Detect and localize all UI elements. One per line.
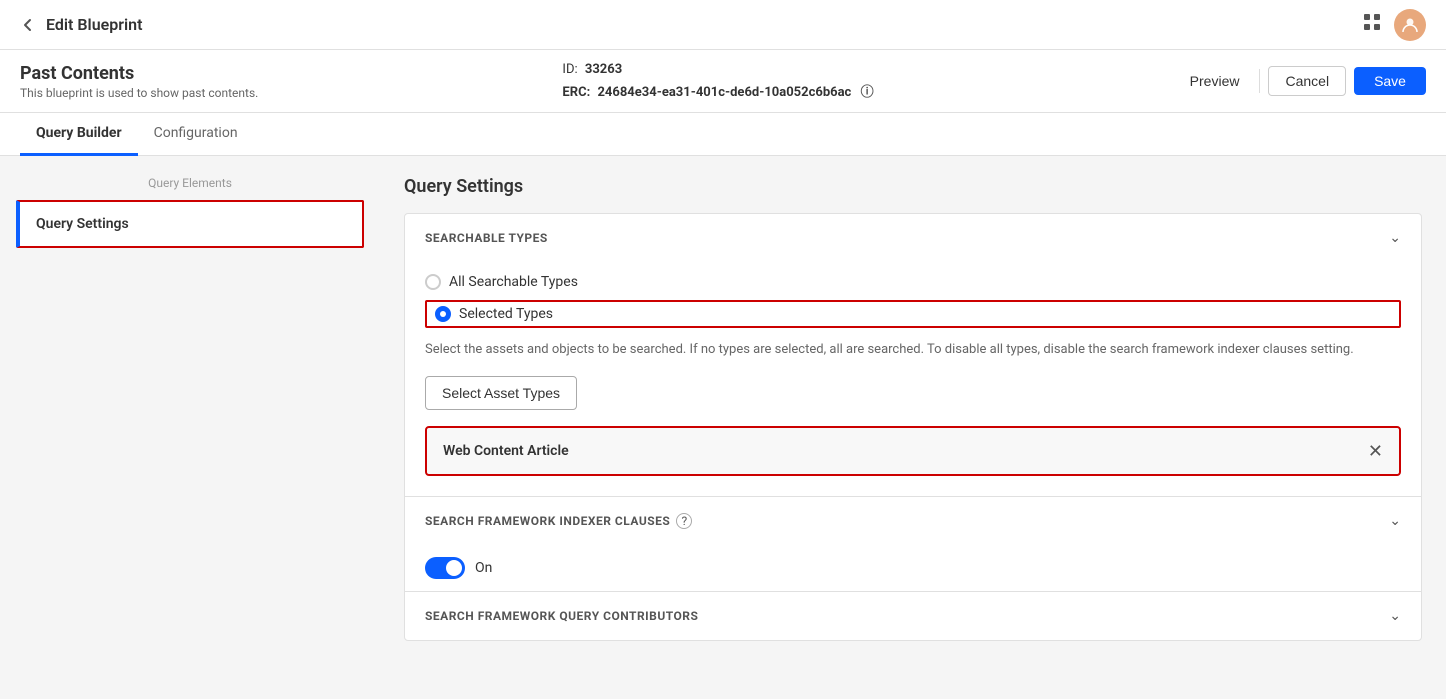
blueprint-title: Past Contents — [20, 63, 258, 84]
user-avatar[interactable] — [1394, 9, 1426, 41]
radio-label-all: All Searchable Types — [449, 274, 578, 290]
main-content: Query Elements Query Settings Query Sett… — [0, 156, 1446, 698]
blueprint-subtitle: This blueprint is used to show past cont… — [20, 86, 258, 100]
page-title: Edit Blueprint — [46, 15, 142, 34]
indexer-toggle[interactable] — [425, 557, 465, 579]
toggle-knob — [446, 560, 462, 576]
query-settings-card: SEARCHABLE TYPES ⌄ All Searchable Types — [404, 213, 1422, 641]
radio-circle-selected — [435, 306, 451, 322]
radio-selected-types[interactable]: Selected Types — [425, 300, 1401, 328]
preview-button[interactable]: Preview — [1178, 67, 1252, 95]
sidebar-section-label: Query Elements — [16, 176, 364, 190]
searchable-types-header[interactable]: SEARCHABLE TYPES ⌄ — [405, 214, 1421, 262]
top-nav-left: Edit Blueprint — [20, 15, 142, 34]
asset-tag-container: Web Content Article ✕ — [425, 426, 1401, 476]
top-nav-right — [1362, 9, 1426, 41]
sidebar-item-label: Query Settings — [36, 216, 129, 232]
back-button[interactable] — [20, 17, 36, 33]
searchable-types-help-text: Select the assets and objects to be sear… — [425, 340, 1401, 360]
select-asset-types-button[interactable]: Select Asset Types — [425, 376, 577, 410]
searchable-types-body: All Searchable Types Selected Types Sele… — [405, 262, 1421, 496]
sidebar: Query Elements Query Settings — [0, 156, 380, 698]
right-panel: Query Settings SEARCHABLE TYPES ⌄ All Se… — [380, 156, 1446, 698]
framework-indexer-arrow: ⌄ — [1389, 513, 1401, 529]
tabs-bar: Query Builder Configuration — [0, 113, 1446, 156]
top-nav: Edit Blueprint — [0, 0, 1446, 50]
framework-indexer-section: SEARCH FRAMEWORK INDEXER CLAUSES ? ⌄ On — [405, 497, 1421, 592]
searchable-types-section: SEARCHABLE TYPES ⌄ All Searchable Types — [405, 214, 1421, 497]
header-left: Past Contents This blueprint is used to … — [20, 63, 258, 100]
save-button[interactable]: Save — [1354, 67, 1426, 95]
tab-configuration[interactable]: Configuration — [138, 113, 254, 156]
radio-group: All Searchable Types Selected Types — [425, 274, 1401, 328]
asset-tag-label: Web Content Article — [443, 443, 569, 459]
framework-query-label: SEARCH FRAMEWORK QUERY CONTRIBUTORS — [425, 609, 698, 623]
blueprint-erc: ERC: 24684e34-ea31-401c-de6d-10a052c6b6a… — [562, 81, 873, 100]
grid-icon[interactable] — [1362, 12, 1382, 37]
cancel-button[interactable]: Cancel — [1268, 66, 1346, 96]
radio-label-selected: Selected Types — [459, 306, 553, 322]
query-settings-title: Query Settings — [404, 176, 1422, 197]
framework-query-header[interactable]: SEARCH FRAMEWORK QUERY CONTRIBUTORS ⌄ — [405, 592, 1421, 640]
tab-query-builder[interactable]: Query Builder — [20, 113, 138, 156]
remove-asset-tag-button[interactable]: ✕ — [1368, 442, 1383, 460]
framework-indexer-label: SEARCH FRAMEWORK INDEXER CLAUSES — [425, 514, 670, 528]
framework-query-arrow: ⌄ — [1389, 608, 1401, 624]
radio-all-searchable[interactable]: All Searchable Types — [425, 274, 1401, 290]
indexer-toggle-label: On — [475, 560, 492, 576]
radio-circle-all — [425, 274, 441, 290]
sidebar-item-query-settings[interactable]: Query Settings — [16, 200, 364, 248]
info-icon[interactable]: ⓘ — [861, 85, 874, 100]
framework-indexer-info-icon[interactable]: ? — [676, 513, 692, 529]
blueprint-id: ID: 33263 — [562, 62, 873, 77]
framework-query-section: SEARCH FRAMEWORK QUERY CONTRIBUTORS ⌄ — [405, 592, 1421, 640]
searchable-types-label: SEARCHABLE TYPES — [425, 231, 548, 245]
header-center: ID: 33263 ERC: 24684e34-ea31-401c-de6d-1… — [562, 62, 873, 100]
divider — [1259, 69, 1260, 93]
toggle-row: On — [405, 545, 1421, 591]
header-right: Preview Cancel Save — [1178, 66, 1426, 96]
header-section: Past Contents This blueprint is used to … — [0, 50, 1446, 113]
searchable-types-arrow: ⌄ — [1389, 230, 1401, 246]
framework-indexer-header[interactable]: SEARCH FRAMEWORK INDEXER CLAUSES ? ⌄ — [405, 497, 1421, 545]
